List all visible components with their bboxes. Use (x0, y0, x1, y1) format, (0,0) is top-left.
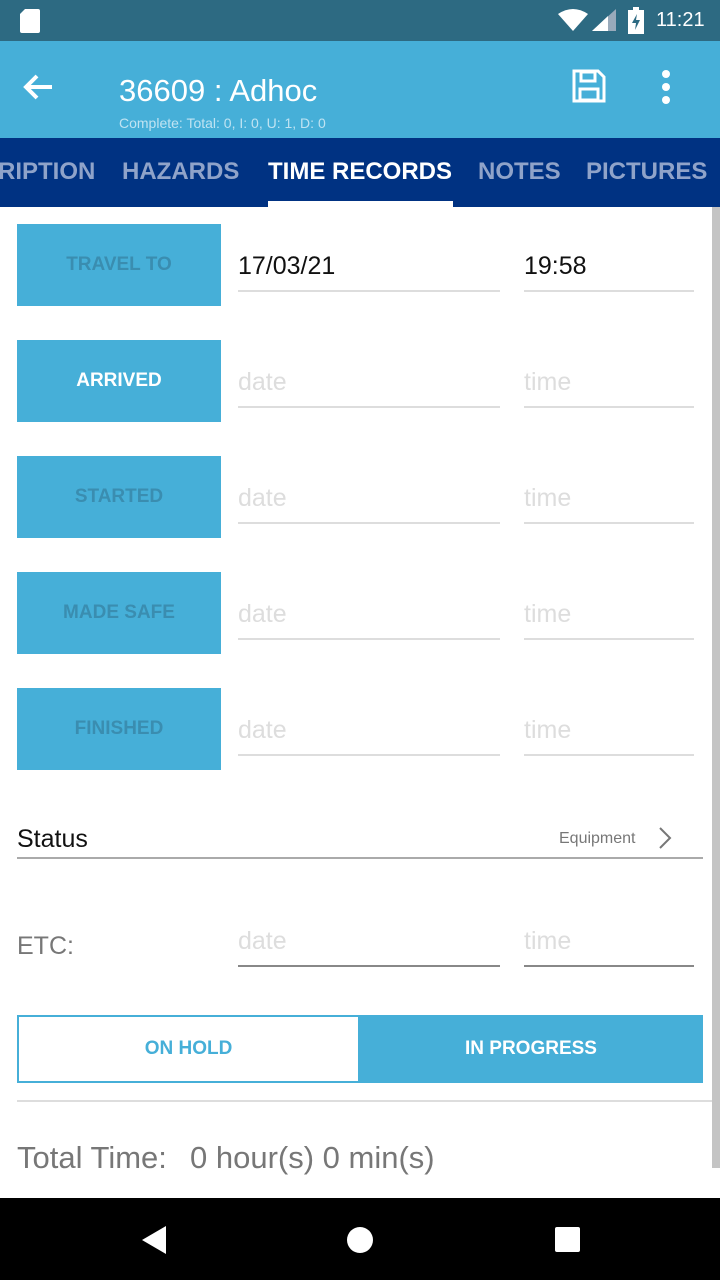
travel-to-time-input[interactable]: 19:58 (524, 240, 694, 292)
total-time-label: Total Time: (17, 1140, 167, 1175)
etc-label: ETC: (17, 932, 74, 960)
page-title: 36609 : Adhoc (119, 73, 318, 108)
made-safe-time-input[interactable]: time (524, 588, 694, 640)
battery-charging-icon (628, 7, 644, 34)
status-label: Status (17, 825, 88, 853)
finished-button[interactable]: FINISHED (17, 688, 221, 770)
finished-time-input[interactable]: time (524, 704, 694, 756)
status-value[interactable]: Equipment (559, 830, 636, 848)
status-divider (17, 857, 703, 859)
started-time-input[interactable]: time (524, 472, 694, 524)
finished-date-input[interactable]: date (238, 704, 500, 756)
arrived-time-input[interactable]: time (524, 356, 694, 408)
signal-icon (592, 9, 616, 31)
home-nav-icon[interactable] (346, 1226, 374, 1254)
save-icon[interactable] (572, 69, 606, 103)
travel-to-date-input[interactable]: 17/03/21 (238, 240, 500, 292)
divider (17, 1100, 720, 1102)
clock: 11:21 (656, 9, 705, 31)
tab-description[interactable]: RIPTION (0, 158, 95, 186)
navigation-bar (0, 1198, 720, 1280)
arrived-button[interactable]: ARRIVED (17, 340, 221, 422)
arrived-date-input[interactable]: date (238, 356, 500, 408)
made-safe-date-input[interactable]: date (238, 588, 500, 640)
active-tab-indicator (268, 201, 453, 207)
travel-to-button[interactable]: TRAVEL TO (17, 224, 221, 306)
back-arrow-icon[interactable] (22, 73, 54, 101)
back-nav-icon[interactable] (142, 1226, 166, 1254)
wifi-icon (558, 9, 588, 31)
tab-time-records[interactable]: TIME RECORDS (268, 158, 452, 186)
made-safe-button[interactable]: MADE SAFE (17, 572, 221, 654)
started-button[interactable]: STARTED (17, 456, 221, 538)
chevron-right-icon[interactable] (658, 826, 672, 850)
tab-hazards[interactable]: HAZARDS (122, 158, 239, 186)
tab-bar: RIPTION HAZARDS TIME RECORDS NOTES PICTU… (0, 138, 720, 207)
recents-nav-icon[interactable] (555, 1227, 580, 1252)
total-time-value: 0 hour(s) 0 min(s) (190, 1140, 435, 1175)
in-progress-button[interactable]: IN PROGRESS (359, 1015, 703, 1083)
toolbar: 36609 : Adhoc Complete: Total: 0, I: 0, … (0, 41, 720, 138)
etc-time-input[interactable]: time (524, 915, 694, 967)
tab-notes[interactable]: NOTES (478, 158, 561, 186)
page-subtitle: Complete: Total: 0, I: 0, U: 1, D: 0 (119, 115, 326, 131)
more-options-icon[interactable] (660, 69, 672, 105)
started-date-input[interactable]: date (238, 472, 500, 524)
sd-card-icon (20, 9, 40, 33)
etc-date-input[interactable]: date (238, 915, 500, 967)
on-hold-button[interactable]: ON HOLD (17, 1015, 360, 1083)
tab-pictures[interactable]: PICTURES (586, 158, 707, 186)
status-bar: 11:21 (0, 0, 720, 41)
scrollbar[interactable] (712, 207, 720, 1168)
